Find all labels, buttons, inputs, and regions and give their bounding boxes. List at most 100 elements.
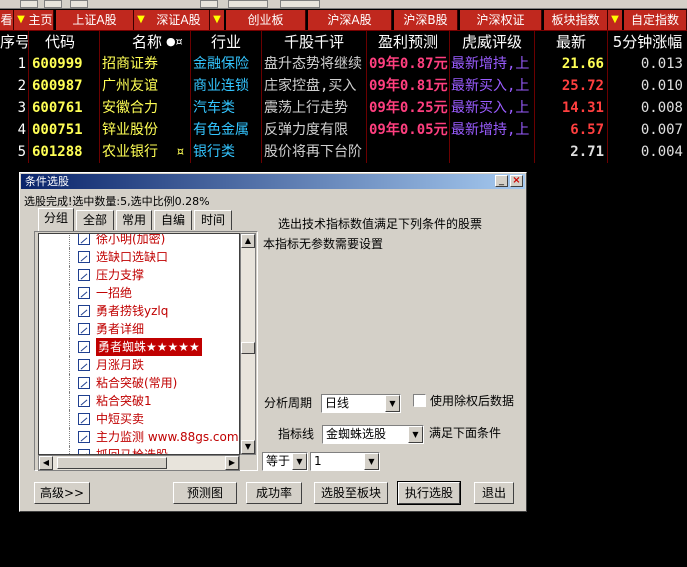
toolbar-icon[interactable] <box>200 0 218 8</box>
formula-icon <box>78 305 90 317</box>
list-item[interactable]: 徐小明(加密) <box>39 233 239 248</box>
col-header-code[interactable]: 代码 <box>29 31 91 53</box>
indicator-select[interactable]: 金蜘蛛选股 ▼ <box>322 425 424 444</box>
exright-checkbox[interactable] <box>413 394 426 407</box>
advanced-button[interactable]: 高级>> <box>34 482 90 504</box>
cell-idx: 1 <box>17 56 26 72</box>
list-item[interactable]: 勇者详细 <box>39 320 239 338</box>
scroll-down-arrow-icon[interactable]: ▼ <box>241 440 255 454</box>
toolbar-icon[interactable] <box>228 0 268 8</box>
cell-tiger: 最新增持,上 <box>451 56 530 72</box>
list-item[interactable]: 选缺口选缺口 <box>39 248 239 266</box>
table-row[interactable]: 2 600987 广州友谊 商业连锁 庄家控盘,买入 09年0.81元 最新买入,上 25.7… <box>0 75 687 97</box>
chevron-down-icon[interactable]: ▼ <box>364 453 379 470</box>
success-rate-button[interactable]: 成功率 <box>246 482 302 504</box>
list-item[interactable]: 月涨月跌 <box>39 356 239 374</box>
tab-hs-warrant[interactable]: 沪深权证 <box>460 10 542 30</box>
col-header-tiger[interactable]: 虎威评级 <box>450 31 534 53</box>
selection-status: 选股完成!选中数量:5,选中比例0.28% <box>24 195 210 208</box>
operand-input[interactable]: 1 ▼ <box>310 452 380 471</box>
cell-price: 6.57 <box>570 122 604 138</box>
tab-dropdown-arrow[interactable]: ▼ <box>608 10 622 30</box>
period-value: 日线 <box>325 396 350 410</box>
tab-home[interactable]: 主页 <box>28 10 54 30</box>
col-header-profit[interactable]: 盈利预测 <box>367 31 449 53</box>
list-item[interactable]: 粘合突破(常用) <box>39 374 239 392</box>
list-item[interactable]: 勇者捞钱yzlq <box>39 302 239 320</box>
tab-group[interactable]: 分组 <box>38 208 74 231</box>
operator-select[interactable]: 等于 ▼ <box>262 452 308 471</box>
col-header-name[interactable]: 名称 <box>100 31 162 53</box>
tab-dropdown-arrow[interactable]: ▼ <box>14 10 28 30</box>
cell-profit <box>369 141 449 163</box>
formula-tree[interactable]: 徐小明(加密) 选缺口选缺口 压力支撑 一招绝勇者捞钱yzlq 勇者详细 勇者蜘蛛★★★★… <box>38 233 240 455</box>
tree-item-label: 主力监测 www.88gs.com <box>96 430 239 444</box>
cell-idx: 4 <box>17 122 26 138</box>
table-row[interactable]: 3 600761 安徽合力 汽车类 震荡上行走势 09年0.25元 最新买入,上 14.31 0… <box>0 97 687 119</box>
formula-icon <box>78 287 90 299</box>
table-row[interactable]: 5 601288 农业银行 ¤ 银行类 股价将再下台阶 2.71 0.004 <box>0 141 687 163</box>
list-item[interactable]: 中短买卖 <box>39 410 239 428</box>
tree-vertical-scrollbar[interactable]: ▲ ▼ <box>240 233 256 455</box>
toolbar-icon[interactable] <box>70 0 88 8</box>
chevron-down-icon[interactable]: ▼ <box>385 395 400 412</box>
tab-sz-a[interactable]: 深证A股 <box>148 10 210 30</box>
tab-custom[interactable]: 自编 <box>154 210 192 230</box>
tree-item-label: 勇者蜘蛛★★★★★ <box>96 338 202 356</box>
indicator-description: 本指标无参数需要设置 <box>263 237 384 251</box>
col-header-price[interactable]: 最新 <box>535 31 607 53</box>
scroll-up-arrow-icon[interactable]: ▲ <box>241 234 255 248</box>
chevron-down-icon[interactable]: ▼ <box>408 426 423 443</box>
cell-tiger: 最新买入,上 <box>451 78 530 94</box>
tab-common[interactable]: 常用 <box>116 210 152 230</box>
minimize-button[interactable]: _ <box>495 175 508 187</box>
tab-cut[interactable]: 看 <box>0 10 14 30</box>
toolbar-icon[interactable] <box>44 0 62 8</box>
tab-hs-b[interactable]: 沪深B股 <box>394 10 458 30</box>
list-item[interactable]: 粘合突破1 <box>39 392 239 410</box>
cell-idx: 3 <box>17 100 26 116</box>
select-to-block-button[interactable]: 选股至板块 <box>314 482 388 504</box>
toolbar-icon[interactable] <box>20 0 38 8</box>
close-button[interactable]: × <box>510 175 523 187</box>
preview-chart-button[interactable]: 预测图 <box>173 482 237 504</box>
exit-button[interactable]: 退出 <box>474 482 514 504</box>
tab-chuangye[interactable]: 创业板 <box>226 10 306 30</box>
list-item[interactable]: 勇者蜘蛛★★★★★ <box>39 338 239 356</box>
tab-custom-index[interactable]: 自定指数 <box>624 10 687 30</box>
chevron-down-icon[interactable]: ▼ <box>292 453 307 470</box>
list-item[interactable]: 压力支撑 <box>39 266 239 284</box>
table-row[interactable]: 4 000751 锌业股份 有色金属 反弹力度有限 09年0.05元 最新增持,上 6.57 0… <box>0 119 687 141</box>
tab-all[interactable]: 全部 <box>76 210 114 230</box>
tree-item-label: 徐小明(加密) <box>96 233 166 246</box>
condition-header: 选出技术指标数值满足下列条件的股票 <box>278 217 483 231</box>
col-header-change[interactable]: 5分钟涨幅 <box>608 31 687 53</box>
formula-icon <box>78 251 90 263</box>
scroll-left-arrow-icon[interactable]: ◀ <box>39 456 53 470</box>
indicator-label: 指标线 <box>278 427 315 441</box>
tab-sh-a[interactable]: 上证A股 <box>56 10 134 30</box>
satisfy-label: 满足下面条件 <box>429 426 502 440</box>
list-item[interactable]: 主力监测 www.88gs.com <box>39 428 239 446</box>
list-item[interactable]: 一招绝 <box>39 284 239 302</box>
tab-dropdown-arrow[interactable]: ▼ <box>134 10 148 30</box>
list-item[interactable]: 抓回马枪选股 <box>39 446 239 454</box>
tree-horizontal-scrollbar[interactable]: ◀ ▶ <box>38 455 240 471</box>
period-select[interactable]: 日线 ▼ <box>321 394 401 413</box>
table-row[interactable]: 1 600999 招商证券 金融保险 盘升态势将继续 09年0.87元 最新增持,上 21.6… <box>0 53 687 75</box>
tab-hs-a[interactable]: 沪深A股 <box>308 10 392 30</box>
col-header-comment[interactable]: 千股千评 <box>262 31 366 53</box>
tree-item-label: 月涨月跌 <box>96 358 145 372</box>
formula-icon <box>78 341 90 353</box>
toolbar-icon[interactable] <box>280 0 320 8</box>
col-header-industry[interactable]: 行业 <box>191 31 261 53</box>
col-header-index[interactable]: 序号 <box>0 31 28 53</box>
scroll-thumb[interactable] <box>57 457 167 469</box>
scroll-right-arrow-icon[interactable]: ▶ <box>225 456 239 470</box>
tab-block-index[interactable]: 板块指数 <box>544 10 608 30</box>
scroll-thumb[interactable] <box>241 342 255 354</box>
tree-item-label: 勇者捞钱yzlq <box>96 304 169 318</box>
execute-selection-button[interactable]: 执行选股 <box>397 481 461 505</box>
tab-dropdown-arrow[interactable]: ▼ <box>210 10 224 30</box>
tab-time[interactable]: 时间 <box>194 210 232 230</box>
